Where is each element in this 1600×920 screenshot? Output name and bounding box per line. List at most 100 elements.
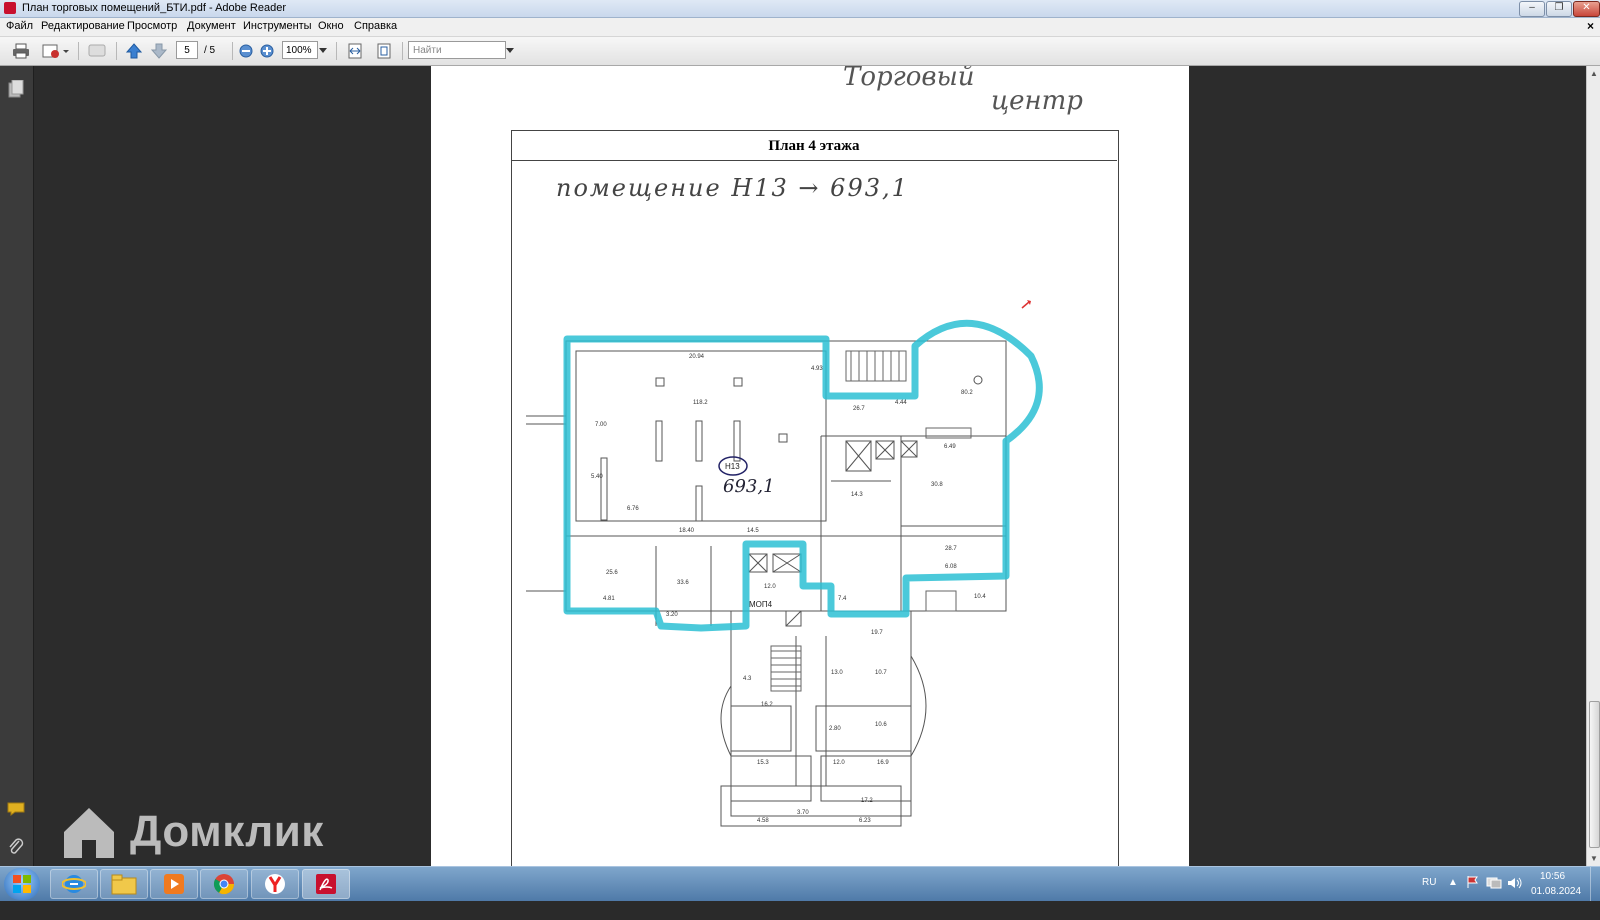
- dimension-label: 12.0: [833, 760, 845, 766]
- scrollbar-thumb[interactable]: [1589, 701, 1600, 848]
- show-desktop-button[interactable]: [1590, 867, 1600, 901]
- menu-help[interactable]: Справка: [354, 20, 397, 32]
- dimension-label: 15.3: [757, 760, 769, 766]
- restore-button[interactable]: ❐: [1546, 1, 1572, 17]
- dimension-label: 13.0: [831, 670, 843, 676]
- toolbar: 5 / 5 100% Найти: [0, 37, 1600, 66]
- previous-page-icon[interactable]: [124, 42, 144, 60]
- page-number-input[interactable]: 5: [176, 41, 198, 59]
- menu-bar: Файл Редактирование Просмотр Документ Ин…: [0, 18, 1600, 37]
- scroll-up-icon[interactable]: ▲: [1590, 69, 1598, 78]
- dimension-label: 6.08: [945, 564, 957, 570]
- language-indicator[interactable]: RU: [1422, 877, 1436, 911]
- zoom-in-icon[interactable]: [259, 42, 275, 60]
- folder-icon: [111, 874, 137, 895]
- taskbar-media-player[interactable]: [150, 869, 198, 899]
- taskbar-yandex-browser[interactable]: [251, 869, 299, 899]
- fit-page-icon[interactable]: [373, 42, 395, 60]
- network-icon[interactable]: [1486, 876, 1502, 910]
- dimension-label: 17.2: [861, 798, 873, 804]
- zoom-dropdown-chevron-icon[interactable]: [318, 42, 328, 60]
- dimension-label: 10.6: [875, 722, 887, 728]
- dimension-label: 5.40: [591, 474, 603, 480]
- attachments-paperclip-icon[interactable]: [8, 838, 24, 861]
- start-button[interactable]: [4, 868, 40, 900]
- search-dropdown-chevron-icon[interactable]: [505, 42, 515, 60]
- page-total: / 5: [204, 45, 216, 56]
- menu-document[interactable]: Документ: [187, 20, 236, 32]
- dimension-label: 2.80: [829, 726, 841, 732]
- dimension-label: 14.3: [851, 492, 863, 498]
- zoom-level-select[interactable]: 100%: [282, 41, 318, 59]
- internet-explorer-icon: [62, 875, 86, 893]
- window-title: План торговых помещений_БТИ.pdf - Adobe …: [22, 2, 287, 14]
- dimension-label: 4.3: [743, 676, 752, 682]
- taskbar-internet-explorer[interactable]: [50, 869, 98, 899]
- dimension-label: 6.76: [627, 506, 639, 512]
- dimension-label: 30.8: [931, 482, 943, 488]
- room-area-handwritten: 693,1: [723, 476, 775, 497]
- taskbar-adobe-reader[interactable]: [302, 869, 350, 899]
- menu-view[interactable]: Просмотр: [127, 20, 177, 32]
- adobe-reader-taskbar-icon: [316, 874, 336, 894]
- dimension-label: 3.70: [797, 810, 809, 816]
- watermark-text: Домклик: [130, 807, 324, 856]
- menu-tools[interactable]: Инструменты: [243, 20, 312, 32]
- email-share-icon[interactable]: [40, 42, 70, 60]
- pdf-page[interactable]: Торговый центр План 4 этажа помещение Н1…: [431, 66, 1189, 866]
- dimension-label: 4.81: [603, 596, 615, 602]
- print-icon[interactable]: [10, 42, 32, 60]
- dimension-label: 7.4: [838, 596, 847, 602]
- dimension-label: 12.0: [764, 584, 776, 590]
- close-button[interactable]: ✕: [1573, 1, 1600, 17]
- taskbar-chrome[interactable]: [200, 869, 248, 899]
- dimension-label: 118.2: [693, 400, 708, 406]
- volume-icon[interactable]: [1507, 876, 1523, 910]
- menu-window[interactable]: Окно: [318, 20, 344, 32]
- dimension-label: 26.7: [853, 406, 865, 412]
- domclick-watermark: Домклик: [60, 800, 324, 864]
- menu-file[interactable]: Файл: [6, 20, 33, 32]
- menu-edit[interactable]: Редактирование: [41, 20, 125, 32]
- dimension-label: 25.6: [606, 570, 618, 576]
- room-id-label: Н13: [725, 462, 740, 471]
- pages-panel-icon[interactable]: [8, 79, 24, 103]
- windows-logo-icon: [13, 875, 31, 893]
- title-bar: План торговых помещений_БТИ.pdf - Adobe …: [0, 0, 1600, 18]
- scroll-down-icon[interactable]: ▼: [1590, 854, 1598, 863]
- dimension-label: 16.9: [877, 760, 889, 766]
- dimension-label: 4.58: [757, 818, 769, 824]
- next-page-icon[interactable]: [149, 42, 169, 60]
- floor-plan-drawing: [526, 300, 1043, 827]
- chrome-icon: [213, 874, 235, 895]
- dimension-label: 33.6: [677, 580, 689, 586]
- dimension-label: 28.7: [945, 546, 957, 552]
- show-hidden-icons-icon[interactable]: ▲: [1448, 877, 1458, 911]
- yandex-icon: [265, 874, 285, 894]
- comment-icon[interactable]: [86, 42, 108, 60]
- action-center-flag-icon[interactable]: [1466, 875, 1480, 909]
- dimension-label: 14.5: [747, 528, 759, 534]
- clock-date[interactable]: 01.08.2024: [1531, 886, 1581, 920]
- dimension-label: 19.7: [871, 630, 883, 636]
- dimension-label: 6.23: [859, 818, 871, 824]
- dimension-label: 10.4: [974, 594, 986, 600]
- vertical-scrollbar[interactable]: ▲ ▼: [1586, 66, 1600, 866]
- dimension-label: 7.00: [595, 422, 607, 428]
- zoom-out-icon[interactable]: [238, 42, 254, 60]
- dimension-label: 16.2: [761, 702, 773, 708]
- dimension-label: 4.93: [811, 366, 823, 372]
- house-logo-icon: [64, 808, 114, 858]
- document-close-icon[interactable]: ×: [1587, 19, 1594, 33]
- minimize-button[interactable]: –: [1519, 1, 1545, 17]
- dimension-label: 10.7: [875, 670, 887, 676]
- comments-panel-icon[interactable]: [7, 802, 25, 821]
- dimension-label: 18.40: [679, 528, 695, 534]
- search-input[interactable]: Найти: [408, 41, 506, 59]
- navigation-panel: [0, 66, 34, 866]
- dimension-label: 4.44: [895, 400, 907, 406]
- fit-width-icon[interactable]: [344, 42, 366, 60]
- dimension-label: 20.94: [689, 354, 705, 360]
- media-player-icon: [164, 874, 184, 894]
- taskbar-explorer[interactable]: [100, 869, 148, 899]
